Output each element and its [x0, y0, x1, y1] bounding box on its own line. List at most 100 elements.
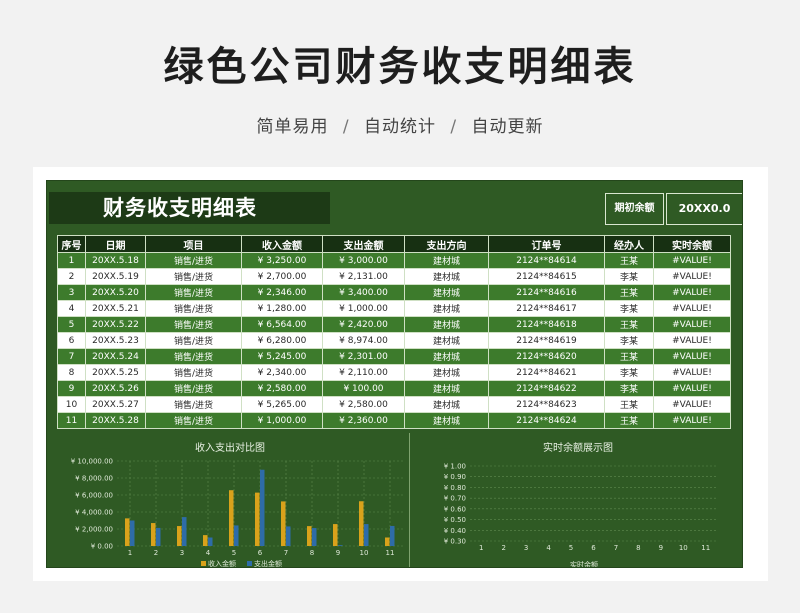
table-cell[interactable]: 20XX.5.18: [85, 252, 146, 269]
table-cell[interactable]: 销售/进货: [145, 252, 242, 269]
table-row[interactable]: 7 20XX.5.24 销售/进货 ¥ 5,245.00 ¥ 2,301.00 建材城 21…: [57, 348, 731, 365]
table-cell[interactable]: 7: [57, 348, 86, 365]
table-cell[interactable]: 销售/进货: [145, 316, 242, 333]
table-row[interactable]: 1 20XX.5.18 销售/进货 ¥ 3,250.00 ¥ 3,000.00 建材城 21…: [57, 252, 731, 269]
table-cell[interactable]: 王某: [604, 316, 654, 333]
table-cell[interactable]: 1: [57, 252, 86, 269]
table-cell[interactable]: 2124**84622: [488, 380, 605, 397]
table-cell[interactable]: 9: [57, 380, 86, 397]
table-cell[interactable]: 建材城: [404, 396, 489, 413]
table-cell[interactable]: 2124**84621: [488, 364, 605, 381]
table-cell[interactable]: 销售/进货: [145, 396, 242, 413]
column-header[interactable]: 收入金额: [241, 235, 323, 253]
table-cell[interactable]: 2124**84615: [488, 268, 605, 285]
column-header[interactable]: 实时余额: [653, 235, 731, 253]
table-cell[interactable]: ¥ 3,400.00: [322, 284, 405, 301]
table-cell[interactable]: 建材城: [404, 316, 489, 333]
table-cell[interactable]: ¥ 1,000.00: [322, 300, 405, 317]
table-cell[interactable]: 20XX.5.21: [85, 300, 146, 317]
table-cell[interactable]: ¥ 3,250.00: [241, 252, 323, 269]
table-cell[interactable]: 建材城: [404, 380, 489, 397]
table-cell[interactable]: 3: [57, 284, 86, 301]
table-cell[interactable]: ¥ 2,700.00: [241, 268, 323, 285]
column-header[interactable]: 序号: [57, 235, 86, 253]
table-cell[interactable]: 销售/进货: [145, 300, 242, 317]
table-cell[interactable]: 2124**84619: [488, 332, 605, 349]
table-cell[interactable]: ¥ 2,346.00: [241, 284, 323, 301]
column-header[interactable]: 日期: [85, 235, 146, 253]
table-cell[interactable]: ¥ 1,000.00: [241, 412, 323, 429]
table-cell[interactable]: 王某: [604, 252, 654, 269]
table-cell[interactable]: 建材城: [404, 268, 489, 285]
table-cell[interactable]: 4: [57, 300, 86, 317]
table-cell[interactable]: ¥ 2,420.00: [322, 316, 405, 333]
table-cell[interactable]: ¥ 2,340.00: [241, 364, 323, 381]
table-cell[interactable]: 20XX.5.22: [85, 316, 146, 333]
table-cell[interactable]: 6: [57, 332, 86, 349]
table-cell[interactable]: #VALUE!: [653, 380, 731, 397]
table-cell[interactable]: ¥ 2,580.00: [322, 396, 405, 413]
table-cell[interactable]: ¥ 1,280.00: [241, 300, 323, 317]
table-cell[interactable]: 20XX.5.23: [85, 332, 146, 349]
table-row[interactable]: 11 20XX.5.28 销售/进货 ¥ 1,000.00 ¥ 2,360.00 建材城 2…: [57, 412, 731, 429]
table-cell[interactable]: #VALUE!: [653, 364, 731, 381]
table-cell[interactable]: #VALUE!: [653, 252, 731, 269]
table-row[interactable]: 10 20XX.5.27 销售/进货 ¥ 5,265.00 ¥ 2,580.00 建材城 2…: [57, 396, 731, 413]
table-cell[interactable]: ¥ 2,110.00: [322, 364, 405, 381]
table-cell[interactable]: ¥ 2,301.00: [322, 348, 405, 365]
table-cell[interactable]: ¥ 2,580.00: [241, 380, 323, 397]
table-cell[interactable]: 10: [57, 396, 86, 413]
table-cell[interactable]: 2124**84616: [488, 284, 605, 301]
table-row[interactable]: 2 20XX.5.19 销售/进货 ¥ 2,700.00 ¥ 2,131.00 建材城 21…: [57, 268, 731, 285]
table-cell[interactable]: 2: [57, 268, 86, 285]
table-cell[interactable]: 20XX.5.24: [85, 348, 146, 365]
table-cell[interactable]: 销售/进货: [145, 380, 242, 397]
table-cell[interactable]: 销售/进货: [145, 284, 242, 301]
table-cell[interactable]: ¥ 5,265.00: [241, 396, 323, 413]
table-cell[interactable]: 2124**84620: [488, 348, 605, 365]
table-cell[interactable]: 李某: [604, 380, 654, 397]
table-cell[interactable]: 销售/进货: [145, 412, 242, 429]
table-cell[interactable]: 李某: [604, 300, 654, 317]
column-header[interactable]: 项目: [145, 235, 242, 253]
table-cell[interactable]: 建材城: [404, 332, 489, 349]
column-header[interactable]: 经办人: [604, 235, 654, 253]
table-cell[interactable]: 5: [57, 316, 86, 333]
table-row[interactable]: 6 20XX.5.23 销售/进货 ¥ 6,280.00 ¥ 8,974.00 建材城 21…: [57, 332, 731, 349]
table-cell[interactable]: #VALUE!: [653, 412, 731, 429]
table-cell[interactable]: 8: [57, 364, 86, 381]
table-cell[interactable]: ¥ 2,131.00: [322, 268, 405, 285]
table-cell[interactable]: 20XX.5.28: [85, 412, 146, 429]
table-cell[interactable]: 2124**84617: [488, 300, 605, 317]
table-cell[interactable]: 建材城: [404, 300, 489, 317]
table-cell[interactable]: 20XX.5.25: [85, 364, 146, 381]
table-cell[interactable]: #VALUE!: [653, 316, 731, 333]
table-cell[interactable]: ¥ 2,360.00: [322, 412, 405, 429]
column-header[interactable]: 支出金额: [322, 235, 405, 253]
table-cell[interactable]: 王某: [604, 348, 654, 365]
table-cell[interactable]: 建材城: [404, 252, 489, 269]
table-cell[interactable]: ¥ 8,974.00: [322, 332, 405, 349]
table-row[interactable]: 9 20XX.5.26 销售/进货 ¥ 2,580.00 ¥ 100.00 建材城 2124…: [57, 380, 731, 397]
table-cell[interactable]: #VALUE!: [653, 396, 731, 413]
table-cell[interactable]: ¥ 6,280.00: [241, 332, 323, 349]
table-cell[interactable]: 王某: [604, 412, 654, 429]
table-cell[interactable]: 2124**84624: [488, 412, 605, 429]
column-header[interactable]: 支出方向: [404, 235, 489, 253]
table-cell[interactable]: 销售/进货: [145, 364, 242, 381]
table-cell[interactable]: 11: [57, 412, 86, 429]
table-cell[interactable]: 建材城: [404, 284, 489, 301]
table-cell[interactable]: ¥ 3,000.00: [322, 252, 405, 269]
table-cell[interactable]: 2124**84614: [488, 252, 605, 269]
table-cell[interactable]: 20XX.5.20: [85, 284, 146, 301]
table-cell[interactable]: #VALUE!: [653, 348, 731, 365]
table-cell[interactable]: 销售/进货: [145, 268, 242, 285]
table-cell[interactable]: 销售/进货: [145, 332, 242, 349]
table-cell[interactable]: 李某: [604, 364, 654, 381]
table-cell[interactable]: 2124**84623: [488, 396, 605, 413]
table-cell[interactable]: #VALUE!: [653, 284, 731, 301]
table-row[interactable]: 4 20XX.5.21 销售/进货 ¥ 1,280.00 ¥ 1,000.00 建材城 21…: [57, 300, 731, 317]
table-row[interactable]: 8 20XX.5.25 销售/进货 ¥ 2,340.00 ¥ 2,110.00 建材城 21…: [57, 364, 731, 381]
table-cell[interactable]: ¥ 6,564.00: [241, 316, 323, 333]
table-cell[interactable]: 李某: [604, 332, 654, 349]
